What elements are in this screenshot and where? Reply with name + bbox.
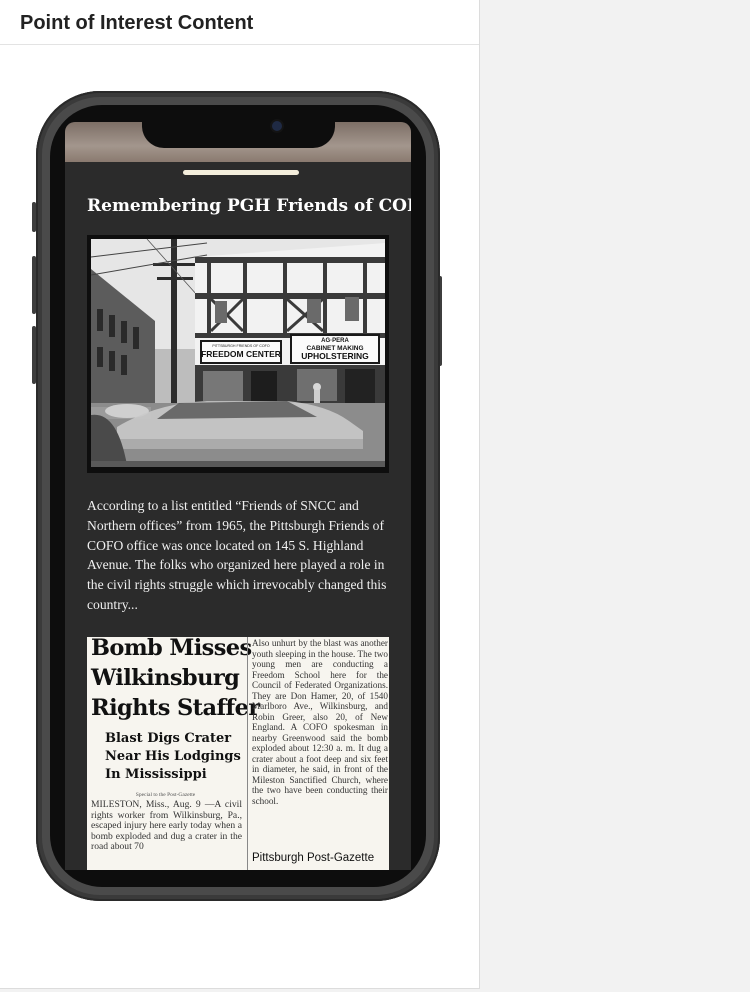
sign-upholstering: UPHOLSTERING — [301, 351, 369, 361]
panel-header: Point of Interest Content — [0, 0, 479, 45]
sign-freedom-center: FREEDOM CENTER — [201, 349, 281, 359]
clipping-subhead-line-3: In Mississippi — [105, 767, 207, 782]
poi-title: Remembering PGH Friends of COFO — [87, 196, 411, 216]
panel-title: Point of Interest Content — [20, 12, 254, 34]
clipping-headline-line-3: Rights Staffer — [91, 695, 260, 721]
storefront-photo-illustration: PITTSBURGH FRIENDS OF COFO FREEDOM CENTE… — [87, 235, 389, 473]
clipping-left-column: Bomb Misses Wilkinsburg Rights Staffer B… — [87, 637, 260, 870]
poi-content-panel: Point of Interest Content Remembering PG… — [0, 0, 480, 989]
clipping-source-label: Pittsburgh Post-Gazette — [252, 852, 379, 864]
phone-notch — [142, 112, 335, 148]
sign-small-text: PITTSBURGH FRIENDS OF COFO — [212, 344, 270, 348]
clipping-right-column: Also unhurt by the blast was another you… — [247, 637, 389, 870]
clipping-headline-line-1: Bomb Misses — [91, 637, 252, 661]
sign-agpera: AG·PERA — [321, 338, 349, 344]
poi-description: According to a list entitled “Friends of… — [87, 498, 387, 612]
newspaper-clipping[interactable]: Bomb Misses Wilkinsburg Rights Staffer B… — [87, 637, 389, 870]
clipping-right-body: Also unhurt by the blast was another you… — [252, 638, 388, 806]
poi-photo[interactable]: PITTSBURGH FRIENDS OF COFO FREEDOM CENTE… — [87, 235, 389, 473]
sheet-drag-handle[interactable] — [183, 170, 299, 175]
clipping-headline-line-2: Wilkinsburg — [91, 665, 240, 691]
clipping-left-body: MILESTON, Miss., Aug. 9 —A civil rights … — [91, 799, 242, 852]
phone-screen[interactable]: Remembering PGH Friends of COFO PITTSBUR… — [65, 122, 411, 870]
front-camera-icon — [272, 121, 282, 131]
clipping-subhead-line-2: Near His Lodgings — [105, 749, 241, 764]
clipping-special-line: Special to the Post-Gazette — [135, 792, 196, 798]
clipping-subhead-line-1: Blast Digs Crater — [105, 731, 232, 746]
